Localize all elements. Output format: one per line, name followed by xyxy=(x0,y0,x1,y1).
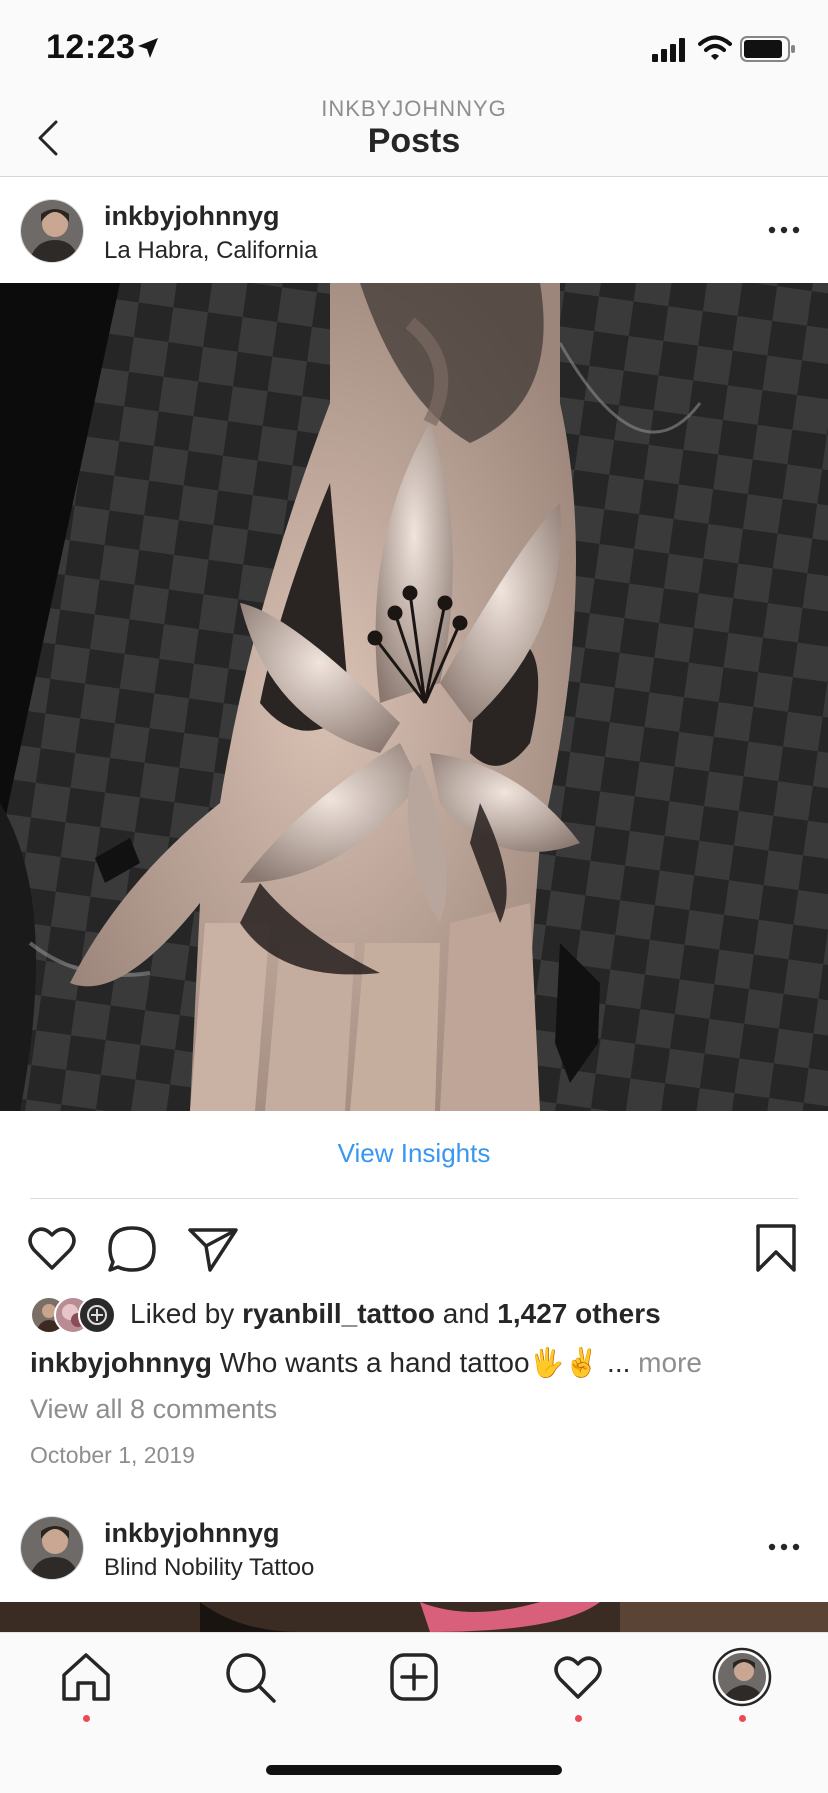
status-time: 12:23 xyxy=(46,28,136,66)
avatar[interactable] xyxy=(20,199,84,263)
caption-username[interactable]: inkbyjohnnyg xyxy=(30,1347,212,1378)
caption-more-link[interactable]: more xyxy=(638,1347,702,1378)
post-username[interactable]: inkbyjohnnyg xyxy=(104,201,280,232)
next-post-header: inkbyjohnnyg Blind Nobility Tattoo xyxy=(0,1496,828,1602)
nav-subtitle: INKBYJOHNNYG xyxy=(321,96,507,121)
tab-activity[interactable] xyxy=(548,1647,608,1727)
likes-prefix: Liked by xyxy=(130,1298,235,1329)
home-icon xyxy=(62,1653,110,1701)
caption-ellipsis: ... xyxy=(607,1347,631,1378)
divider xyxy=(30,1198,798,1199)
next-post-image[interactable] xyxy=(0,1602,828,1632)
more-options-icon[interactable] xyxy=(764,215,804,245)
search-icon xyxy=(226,1653,276,1703)
liker-username[interactable]: ryanbill_tattoo xyxy=(242,1298,435,1329)
next-post-location[interactable]: Blind Nobility Tattoo xyxy=(104,1554,314,1582)
post-image[interactable] xyxy=(0,283,828,1111)
likes-text: Liked by ryanbill_tattoo and 1,427 other… xyxy=(130,1298,661,1330)
home-indicator xyxy=(266,1765,562,1775)
bookmark-icon[interactable] xyxy=(748,1220,804,1276)
tab-new-post[interactable] xyxy=(384,1647,444,1727)
post-caption: inkbyjohnnyg Who wants a hand tattoo🖐✌ .… xyxy=(30,1346,702,1379)
view-insights-link[interactable]: View Insights xyxy=(0,1138,828,1169)
likes-row[interactable]: Liked by ryanbill_tattoo and 1,427 other… xyxy=(30,1296,810,1336)
activity-heart-icon xyxy=(554,1656,602,1699)
caption-text: Who wants a hand tattoo xyxy=(219,1347,530,1378)
avatar[interactable] xyxy=(20,1516,84,1580)
post-location[interactable]: La Habra, California xyxy=(104,237,317,265)
notification-dot xyxy=(739,1715,746,1722)
tab-profile[interactable] xyxy=(712,1647,772,1727)
status-bar: 12:23 xyxy=(0,0,828,96)
page-title: Posts xyxy=(367,122,461,160)
post-header: inkbyjohnnyg La Habra, California xyxy=(0,177,828,283)
tab-search[interactable] xyxy=(220,1647,280,1727)
cellular-signal-icon xyxy=(652,38,685,62)
tab-home[interactable] xyxy=(56,1647,116,1727)
hand-tattoo-photo xyxy=(0,283,828,1111)
likes-middle: and xyxy=(442,1298,490,1329)
notification-dot xyxy=(575,1715,582,1722)
location-arrow-icon xyxy=(138,38,158,58)
likes-count[interactable]: 1,427 others xyxy=(497,1298,660,1329)
more-options-icon[interactable] xyxy=(764,1532,804,1562)
like-heart-icon[interactable] xyxy=(24,1220,80,1276)
share-send-icon[interactable] xyxy=(184,1220,240,1276)
caption-emoji: 🖐✌ xyxy=(529,1347,600,1378)
post-date: October 1, 2019 xyxy=(30,1442,195,1468)
view-comments-link[interactable]: View all 8 comments xyxy=(30,1394,277,1425)
profile-avatar xyxy=(712,1647,772,1707)
battery-icon xyxy=(740,36,795,62)
notification-dot xyxy=(83,1715,90,1722)
liker-avatar xyxy=(78,1296,116,1334)
wifi-icon xyxy=(698,35,732,60)
nav-bar: INKBYJOHNNYG Posts xyxy=(0,96,828,177)
comment-bubble-icon[interactable] xyxy=(104,1220,160,1276)
new-post-icon xyxy=(390,1653,438,1701)
next-post-username[interactable]: inkbyjohnnyg xyxy=(104,1518,280,1549)
